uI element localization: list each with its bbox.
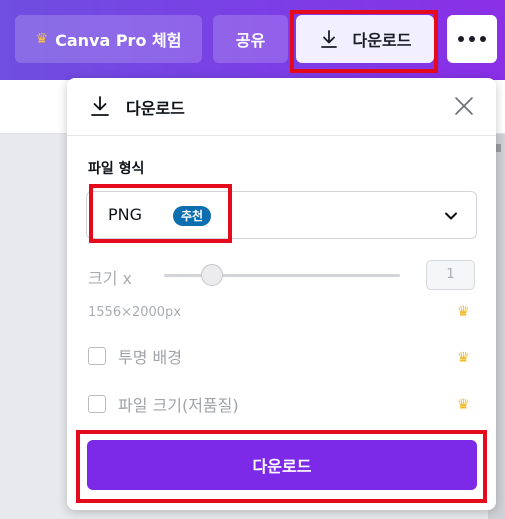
editor-topbar: ♛ Canva Pro 체험 공유 다운로드: [0, 0, 505, 80]
compress-file-option[interactable]: 파일 크기(저품질): [88, 393, 239, 415]
download-top-label: 다운로드: [352, 31, 412, 50]
share-label: 공유: [235, 31, 266, 50]
file-type-label: 파일 형식: [88, 161, 145, 177]
download-panel: 다운로드 파일 형식 PNG 추천 크기 x 1 1556×2000px ♛ 투…: [67, 78, 496, 510]
size-input[interactable]: 1: [426, 260, 475, 290]
compress-file-checkbox[interactable]: [88, 395, 106, 413]
crown-icon: ♛: [457, 304, 470, 320]
share-button[interactable]: 공유: [213, 15, 288, 63]
dimensions-text: 1556×2000px: [88, 305, 182, 320]
file-type-value: PNG: [108, 205, 143, 224]
more-dots-icon: [458, 36, 486, 42]
download-icon: [320, 30, 337, 48]
more-options-button[interactable]: [447, 15, 497, 63]
panel-header: 다운로드: [67, 78, 496, 136]
file-type-select[interactable]: PNG 추천: [86, 191, 477, 239]
compress-file-label: 파일 크기(저품질): [118, 396, 239, 415]
chevron-down-icon: [445, 212, 457, 220]
crown-icon: ♛: [457, 350, 470, 366]
transparent-background-checkbox[interactable]: [88, 347, 106, 365]
transparent-background-label: 투명 배경: [118, 348, 182, 367]
close-icon[interactable]: [453, 95, 475, 117]
recommended-badge: 추천: [173, 206, 212, 226]
transparent-background-option[interactable]: 투명 배경: [88, 345, 182, 367]
download-button-label: 다운로드: [252, 457, 312, 476]
pro-trial-label: Canva Pro 체험: [55, 31, 182, 50]
size-slider-track: [164, 274, 400, 277]
download-button[interactable]: 다운로드: [87, 440, 477, 490]
download-icon: [91, 96, 109, 116]
panel-title: 다운로드: [126, 99, 185, 118]
size-label: 크기 x: [88, 269, 132, 288]
canva-pro-trial-button[interactable]: ♛ Canva Pro 체험: [15, 15, 202, 63]
download-top-button[interactable]: 다운로드: [296, 15, 434, 63]
crown-icon: ♛: [35, 31, 49, 47]
size-slider-thumb[interactable]: [201, 264, 223, 286]
crown-icon: ♛: [457, 397, 470, 413]
